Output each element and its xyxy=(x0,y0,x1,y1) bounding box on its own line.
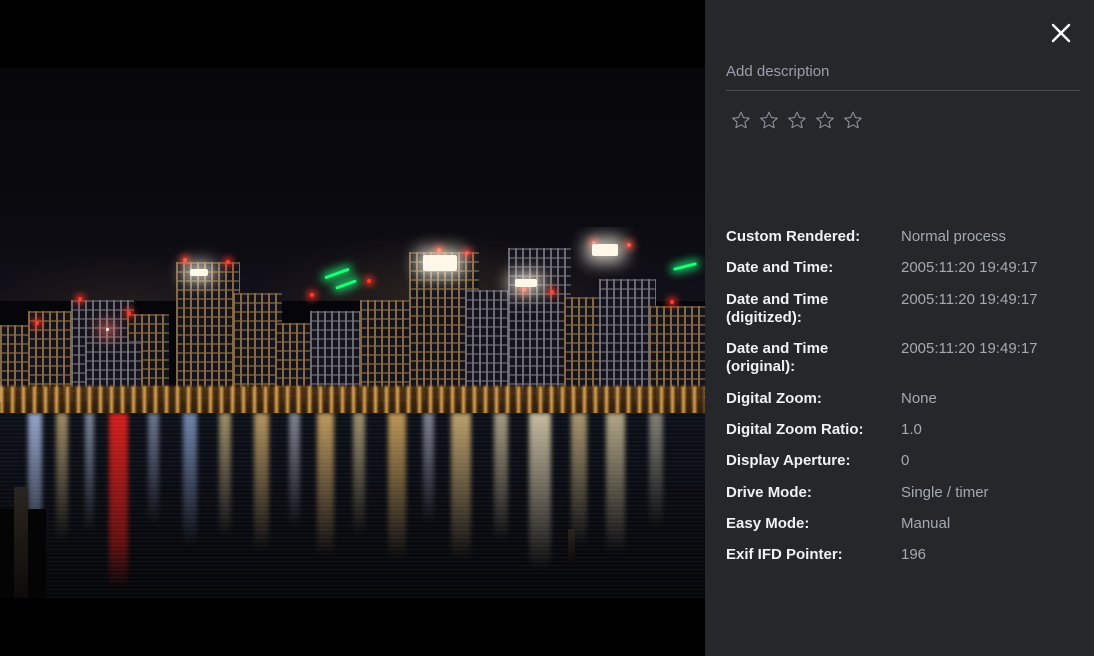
close-button[interactable] xyxy=(1042,14,1080,52)
metadata-value: 0 xyxy=(901,452,910,470)
metadata-row: Digital Zoom: None xyxy=(705,390,1094,408)
metadata-label: Exif IFD Pointer: xyxy=(726,546,843,564)
photo-piling xyxy=(14,486,29,598)
metadata-value: Normal process xyxy=(901,228,1007,245)
metadata-row: Exif IFD Pointer: 196 xyxy=(705,546,1094,564)
details-sidebar: Information More Custom Rendered:Normal … xyxy=(705,0,1094,656)
metadata-row: Date and Time (digitized): 2005:11:20 19:… xyxy=(705,291,1094,328)
metadata-label: Date and Time (digitized): xyxy=(726,290,829,326)
star-outline-icon[interactable] xyxy=(787,110,807,130)
metadata-row: Digital Zoom Ratio: 1.0 xyxy=(705,421,1094,439)
metadata-label: Date and Time: xyxy=(726,259,834,277)
description-field-wrap xyxy=(726,63,1080,91)
photo-skyline xyxy=(0,227,705,402)
photo-water-reflection xyxy=(0,412,705,598)
metadata-list[interactable]: Custom Rendered: Normal process Date and T… xyxy=(705,228,1094,656)
metadata-row: Display Aperture: 0 xyxy=(705,452,1094,470)
metadata-value: Single / timer xyxy=(901,483,989,501)
star-outline-icon[interactable] xyxy=(731,110,751,130)
metadata-label: Drive Mode: xyxy=(726,483,812,501)
metadata-value: None xyxy=(901,389,937,407)
rating-stars[interactable] xyxy=(731,110,863,130)
description-underline xyxy=(726,90,1080,91)
photo-image[interactable] xyxy=(0,68,705,598)
metadata-row: Date and Time: 2005:11:20 19:49:17 xyxy=(705,259,1094,277)
metadata-row: Date and Time (original): 2005:11:20 19:4… xyxy=(705,340,1094,377)
metadata-label: Digital Zoom: xyxy=(726,389,822,407)
metadata-label: Custom Rendered: xyxy=(726,228,861,245)
metadata-value: 2005:11:20 19:49:17 xyxy=(901,340,1038,358)
description-input[interactable] xyxy=(726,63,1080,90)
image-viewer: Information More Custom Rendered:Normal … xyxy=(0,0,1094,656)
metadata-value: 196 xyxy=(901,546,927,564)
metadata-label: Easy Mode: xyxy=(726,514,810,532)
metadata-label: Date and Time (original): xyxy=(726,340,829,376)
metadata-label: Display Aperture: xyxy=(726,452,851,470)
close-icon xyxy=(1051,23,1071,43)
metadata-value: Manual xyxy=(901,514,951,532)
metadata-value: 2005:11:20 19:49:17 xyxy=(901,259,1038,277)
star-outline-icon[interactable] xyxy=(759,110,779,130)
metadata-row: Custom Rendered: Normal process xyxy=(705,228,1094,246)
photo-stage xyxy=(0,0,705,656)
metadata-value: 1.0 xyxy=(901,421,922,439)
metadata-label: Digital Zoom Ratio: xyxy=(726,421,864,439)
photo-piling-small xyxy=(567,529,576,563)
metadata-row: Easy Mode: Manual xyxy=(705,515,1094,533)
star-outline-icon[interactable] xyxy=(815,110,835,130)
metadata-value: 2005:11:20 19:49:17 xyxy=(901,290,1038,308)
metadata-row: Drive Mode: Single / timer xyxy=(705,484,1094,502)
star-outline-icon[interactable] xyxy=(843,110,863,130)
